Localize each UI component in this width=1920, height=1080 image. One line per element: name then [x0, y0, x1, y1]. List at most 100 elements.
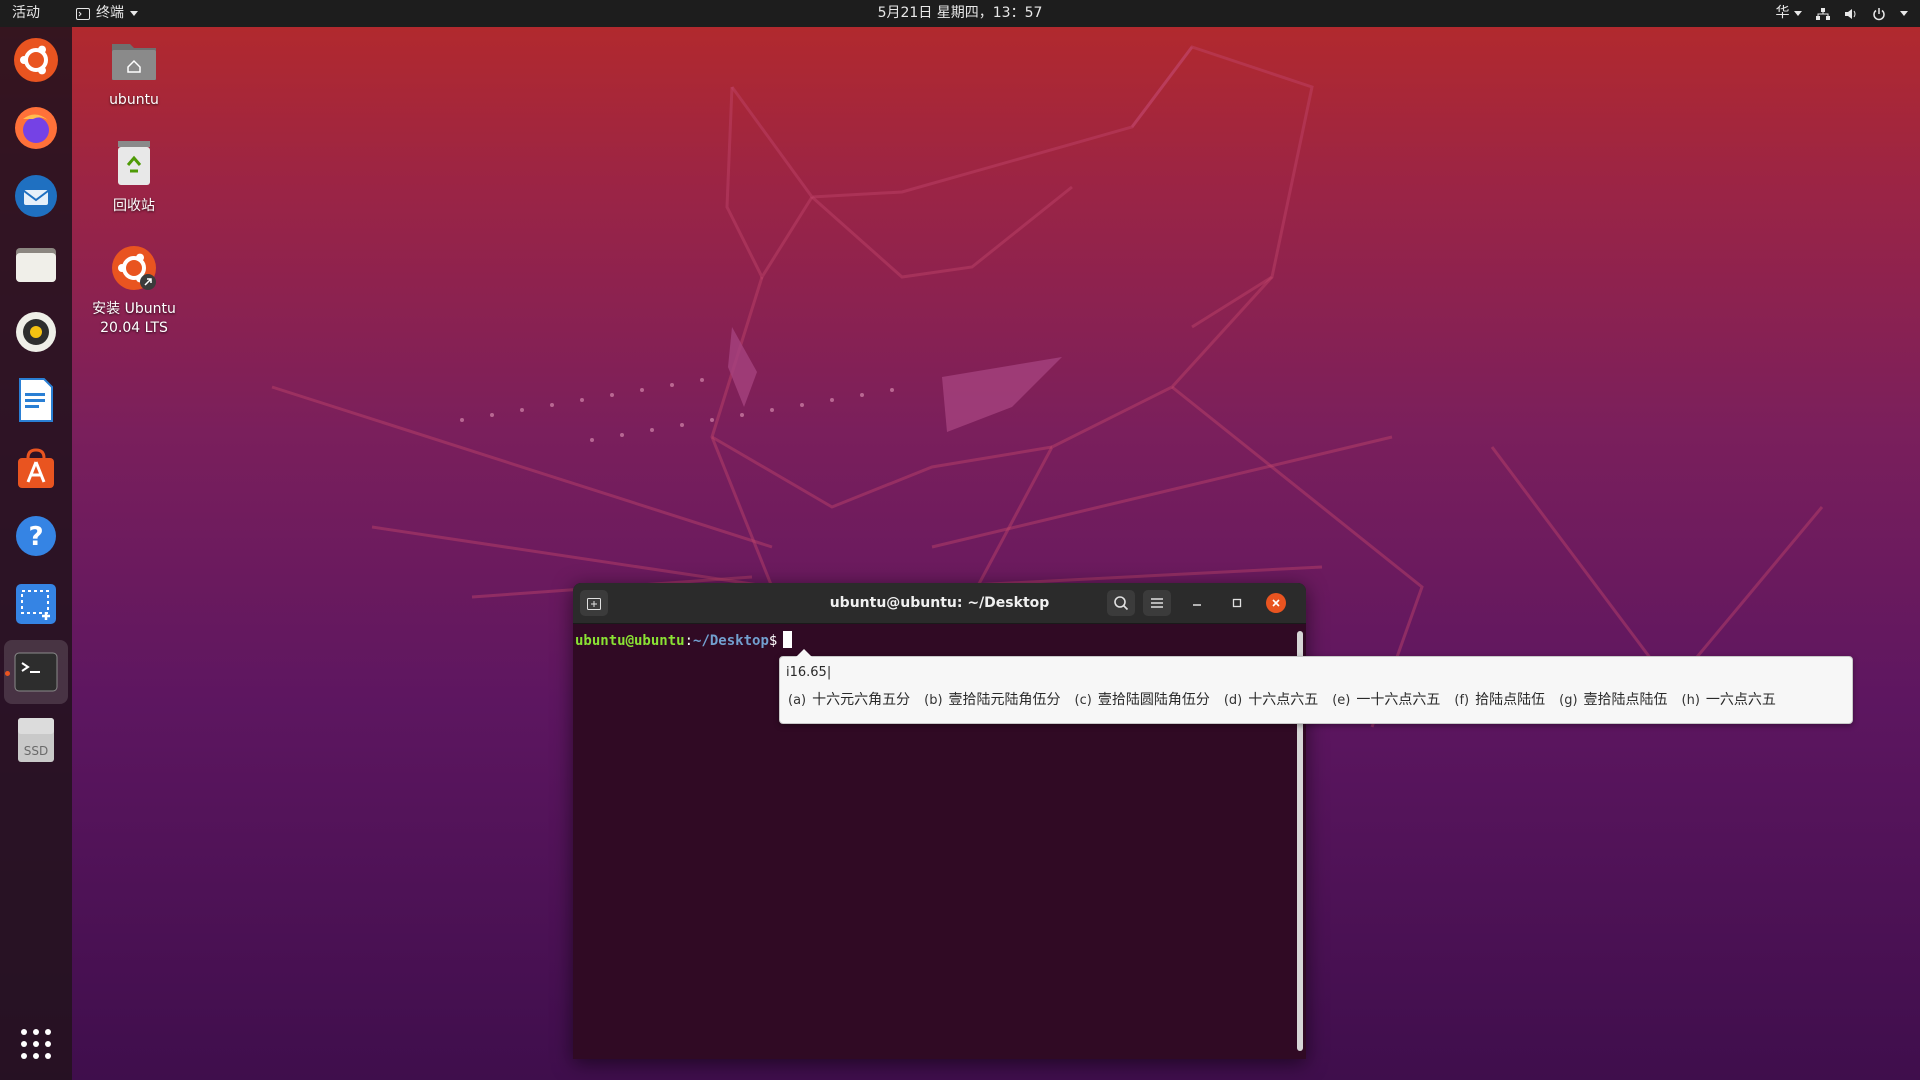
screenshot-icon: [16, 584, 56, 624]
prompt-user: ubuntu@ubuntu: [575, 633, 685, 649]
terminal-app-icon: [76, 7, 90, 20]
svg-text:?: ?: [28, 522, 43, 552]
firefox-icon: [15, 107, 57, 149]
maximize-icon: [1232, 598, 1242, 608]
new-tab-icon: [587, 598, 601, 610]
app-menu[interactable]: 终端: [76, 0, 138, 27]
dock-rhythmbox[interactable]: [10, 306, 62, 358]
desktop-icon-home[interactable]: ubuntu: [79, 36, 189, 108]
chevron-down-icon: [130, 11, 138, 16]
home-folder-icon: [112, 44, 156, 80]
close-button[interactable]: [1266, 593, 1286, 613]
candidate-text: 壹拾陆点陆伍: [1583, 692, 1668, 708]
clock[interactable]: 5月21日 星期四，13：57: [878, 5, 1043, 21]
prompt-symbol: $: [768, 633, 778, 649]
ime-preedit-text: i16.65|: [786, 665, 832, 680]
dock-software-center[interactable]: [10, 442, 62, 494]
desktop-icon-label: 安装 Ubuntu 20.04 LTS: [92, 301, 176, 336]
desktop-icon-label: ubuntu: [109, 92, 159, 108]
ubuntu-logo-icon: [14, 38, 58, 82]
dock-terminal[interactable]: [4, 640, 68, 704]
prompt-path: ~/Desktop: [693, 633, 769, 649]
rhythmbox-icon: [16, 312, 56, 352]
candidate-index: (d): [1223, 693, 1243, 708]
dock-screenshot[interactable]: [10, 578, 62, 630]
candidate-text: 一十六点六五: [1356, 692, 1441, 708]
search-icon: [1114, 596, 1129, 611]
new-tab-button[interactable]: [580, 590, 608, 616]
candidate-text: 壹拾陆元陆角伍分: [948, 692, 1061, 708]
maximize-button[interactable]: [1227, 593, 1247, 613]
power-icon[interactable]: [1872, 7, 1886, 21]
ime-candidate-popup: i16.65| (a) 十六元六角五分 (b) 壹拾陆元陆角伍分 (c) 壹拾陆圆陆角…: [779, 649, 1853, 724]
dock-libreoffice-writer[interactable]: [10, 374, 62, 426]
candidate-index: (c): [1074, 693, 1092, 708]
dock-firefox[interactable]: [10, 102, 62, 154]
desktop-icon-label: 回收站: [113, 198, 155, 214]
top-bar: 活动 终端 5月21日 星期四，13：57 华: [0, 0, 1920, 27]
minimize-button[interactable]: [1187, 593, 1207, 613]
activities-button[interactable]: 活动: [12, 0, 40, 27]
ime-candidate[interactable]: (b) 壹拾陆元陆角伍分: [924, 689, 1060, 709]
ime-candidate[interactable]: (d) 十六点六五: [1224, 689, 1318, 709]
candidate-text: 拾陆点陆伍: [1475, 692, 1546, 708]
software-bag-icon: [18, 448, 54, 488]
ssd-label: SSD: [24, 744, 48, 758]
candidate-index: (b): [924, 693, 943, 708]
show-applications-button[interactable]: [10, 1018, 62, 1070]
candidate-text: 壹拾陆圆陆角伍分: [1097, 692, 1210, 708]
candidate-index: (g): [1559, 693, 1578, 708]
prompt-colon: :: [684, 633, 694, 649]
close-icon: [1272, 599, 1280, 607]
dock: ? SSD: [0, 27, 72, 1080]
popup-pointer: [796, 649, 812, 657]
dock-ssd-drive[interactable]: SSD: [10, 714, 62, 766]
ime-candidate[interactable]: (f) 拾陆点陆伍: [1454, 689, 1545, 709]
app-grid-icon: [21, 1029, 51, 1059]
candidate-index: (a): [788, 693, 807, 708]
candidate-index: (f): [1454, 693, 1470, 708]
volume-icon[interactable]: [1844, 7, 1858, 21]
hamburger-menu-icon: [1151, 598, 1163, 608]
network-icon[interactable]: [1816, 7, 1830, 21]
help-icon: ?: [16, 516, 56, 556]
desktop-icon-trash[interactable]: 回收站: [79, 139, 189, 215]
ubuntu-installer-icon: [112, 246, 156, 290]
candidate-text: 十六元六角五分: [812, 692, 911, 708]
dock-thunderbird[interactable]: [10, 170, 62, 222]
dock-files[interactable]: [10, 238, 62, 290]
minimize-icon: [1193, 604, 1201, 606]
ime-candidate-list: (a) 十六元六角五分 (b) 壹拾陆元陆角伍分 (c) 壹拾陆圆陆角伍分 (d) 十六…: [788, 689, 1790, 709]
candidate-index: (e): [1332, 693, 1351, 708]
system-tray[interactable]: 华: [1776, 0, 1908, 27]
trash-icon: [118, 141, 150, 185]
prompt-line: ubuntu@ubuntu:~/Desktop$: [575, 631, 793, 649]
ime-candidate[interactable]: (a) 十六元六角五分: [788, 689, 910, 709]
app-menu-label: 终端: [96, 5, 124, 21]
ime-candidate[interactable]: (h) 一六点六五: [1682, 689, 1776, 709]
candidate-index: (h): [1681, 693, 1700, 708]
chevron-down-icon: [1794, 10, 1802, 16]
ime-candidate[interactable]: (g) 壹拾陆点陆伍: [1559, 689, 1667, 709]
running-indicator: [5, 671, 10, 676]
thunderbird-icon: [15, 175, 57, 217]
search-button[interactable]: [1107, 590, 1135, 616]
input-method-label: 华: [1775, 5, 1790, 21]
terminal-header-bar[interactable]: ubuntu@ubuntu: ~/Desktop: [573, 583, 1306, 624]
writer-document-icon: [19, 378, 53, 422]
candidate-text: 十六点六五: [1248, 692, 1319, 708]
terminal-icon: [14, 652, 58, 692]
files-icon: [16, 248, 56, 282]
desktop-icon-install-ubuntu[interactable]: 安装 Ubuntu 20.04 LTS: [79, 244, 189, 338]
ime-candidate[interactable]: (c) 壹拾陆圆陆角伍分: [1075, 689, 1210, 709]
input-method-indicator[interactable]: 华: [1776, 0, 1802, 27]
candidate-text: 一六点六五: [1705, 692, 1776, 708]
drive-icon: SSD: [18, 718, 54, 762]
dock-ubuntu-installer[interactable]: [10, 34, 62, 86]
terminal-window[interactable]: ubuntu@ubuntu: ~/Desktop ubuntu@ubuntu:~…: [573, 583, 1306, 1059]
dock-help[interactable]: ?: [10, 510, 62, 562]
menu-button[interactable]: [1143, 590, 1171, 616]
ime-candidate[interactable]: (e) 一十六点六五: [1332, 689, 1440, 709]
text-cursor: [783, 631, 793, 648]
chevron-down-icon[interactable]: [1900, 11, 1908, 16]
